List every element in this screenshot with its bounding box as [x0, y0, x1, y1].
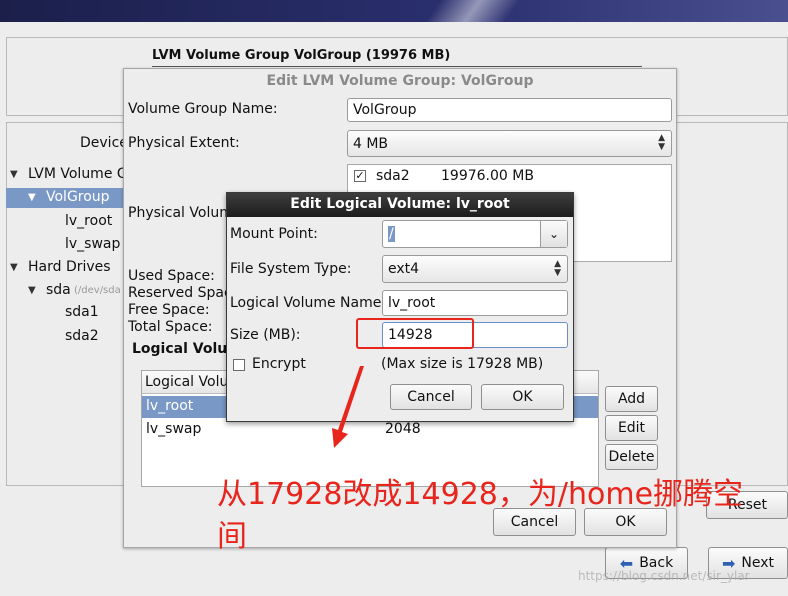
tree-item-device-path: (/dev/sda — [74, 285, 121, 296]
lv-row-size: 2048 — [385, 421, 421, 437]
delete-lv-button[interactable]: Delete — [605, 444, 658, 470]
tree-item-label: Hard Drives — [28, 259, 111, 275]
annotation-text-line2: 间 — [217, 519, 247, 554]
lvm-summary-title: LVM Volume Group VolGroup (19976 MB) — [152, 48, 451, 63]
lv-name-label: Logical Volume Name: — [230, 295, 387, 311]
tree-item-label: sda — [46, 282, 71, 298]
size-label: Size (MB): — [230, 327, 301, 343]
tree-item-lv-root[interactable]: lv_root — [65, 213, 112, 229]
physical-extent-value: 4 MB — [353, 135, 389, 152]
add-lv-button[interactable]: Add — [605, 386, 658, 412]
watermark: https://blog.csdn.net/sir_ylar — [578, 569, 750, 583]
spin-arrows-icon: ▲ ▼ — [554, 259, 561, 278]
fs-type-value: ext4 — [388, 261, 420, 277]
total-space-label: Total Space: — [128, 319, 213, 335]
logical-volumes-section-label: Logical Volu — [132, 341, 228, 357]
tree-item-sda2[interactable]: sda2 — [65, 328, 99, 344]
lv-ok-button[interactable]: OK — [481, 384, 564, 410]
expand-triangle-icon: ▼ — [28, 285, 36, 296]
lv-row-name: lv_swap — [146, 421, 202, 437]
mount-point-value: / — [388, 226, 395, 242]
expand-triangle-icon: ▼ — [10, 262, 18, 273]
size-highlight-box — [356, 318, 474, 349]
edit-vg-dialog-title: Edit LVM Volume Group: VolGroup — [266, 73, 534, 89]
annotation-text-line1: 从17928改成14928，为/home挪腾空 — [217, 477, 744, 512]
physical-volumes-label: Physical Volum — [128, 205, 233, 221]
fs-type-select[interactable]: ext4 ▲ ▼ — [382, 255, 568, 283]
tree-row-sda[interactable]: ▼ sda (/dev/sda — [6, 281, 124, 301]
spin-arrows-icon: ▲ ▼ — [658, 133, 665, 152]
expand-triangle-icon: ▼ — [10, 169, 18, 180]
mount-point-combo[interactable]: / ⌄ — [382, 220, 568, 248]
fs-type-label: File System Type: — [230, 261, 352, 277]
tree-item-label: VolGroup — [46, 189, 110, 205]
vg-name-input[interactable]: VolGroup — [347, 98, 672, 122]
encrypt-label: Encrypt — [252, 356, 306, 372]
lv-row-name: lv_root — [146, 398, 194, 414]
tree-row-lvm-group[interactable]: ▼ LVM Volume G — [6, 165, 128, 185]
edit-lv-titlebar[interactable]: Edit Logical Volume: lv_root — [227, 193, 573, 217]
vg-name-label: Volume Group Name: — [128, 101, 278, 117]
encrypt-checkbox[interactable] — [233, 359, 245, 371]
reserved-space-label: Reserved Space — [128, 285, 241, 301]
edit-lv-button[interactable]: Edit — [605, 415, 658, 441]
tree-item-sda1[interactable]: sda1 — [65, 304, 99, 320]
device-column-header: Device — [80, 135, 128, 151]
tree-row-hard-drives[interactable]: ▼ Hard Drives — [6, 258, 124, 278]
lv-name-input[interactable]: lv_root — [382, 290, 568, 316]
pv-sda2-checkbox[interactable]: ✓ — [354, 170, 366, 182]
annotation-arrow-icon — [332, 366, 364, 448]
pv-sda2-size: 19976.00 MB — [441, 168, 534, 184]
installer-header-banner — [0, 0, 788, 22]
mount-point-label: Mount Point: — [230, 226, 318, 242]
max-size-note: (Max size is 17928 MB) — [381, 356, 544, 372]
edit-lv-dialog-title: Edit Logical Volume: lv_root — [290, 196, 510, 212]
dropdown-button[interactable]: ⌄ — [540, 221, 567, 247]
tree-row-volgroup[interactable]: ▼ VolGroup — [6, 188, 124, 208]
pv-sda2-name: sda2 — [376, 168, 410, 184]
used-space-label: Used Space: — [128, 268, 215, 284]
tree-item-lv-swap[interactable]: lv_swap — [65, 236, 120, 252]
lv-cancel-button[interactable]: Cancel — [390, 384, 472, 410]
lv-table-header-label: Logical Volu — [145, 374, 229, 390]
chevron-down-icon: ⌄ — [548, 227, 560, 241]
free-space-label: Free Space: — [128, 302, 210, 318]
lv-table-row[interactable]: lv_swap 2048 — [142, 419, 598, 441]
physical-extent-label: Physical Extent: — [128, 135, 240, 151]
tree-item-label: LVM Volume G — [28, 166, 128, 182]
physical-extent-select[interactable]: 4 MB ▲ ▼ — [347, 130, 672, 157]
expand-triangle-icon: ▼ — [28, 192, 36, 203]
